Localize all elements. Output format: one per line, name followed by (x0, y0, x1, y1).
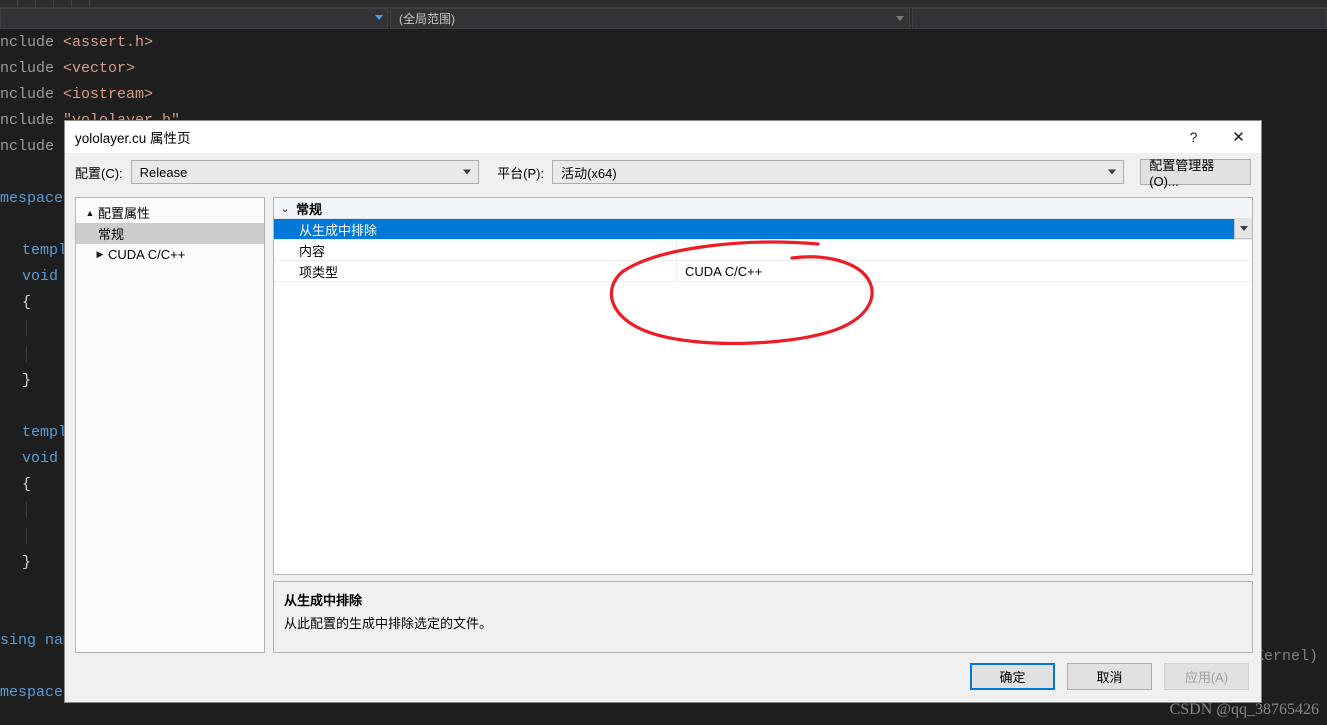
code-token: nclude (0, 60, 64, 77)
code-token: nclude (0, 34, 64, 51)
configuration-value: Release (139, 164, 188, 180)
code-token: <iostream> (63, 86, 154, 103)
property-group-header-general[interactable]: ⌄ 常规 (274, 198, 1252, 219)
tree-node-configuration-properties[interactable]: ▲ 配置属性 (76, 202, 264, 223)
toolbar-button-strip (0, 0, 1327, 8)
code-token: sing nam (0, 632, 73, 649)
screen: (全局范围) nclude <assert.h> nclude <vector> n… (0, 0, 1327, 725)
code-token: nclude (0, 138, 64, 155)
symbol-scope-dropdown[interactable] (912, 8, 1327, 29)
code-token: <assert.h> (63, 34, 154, 51)
code-token: templ (22, 242, 68, 259)
project-scope-dropdown[interactable] (0, 8, 388, 29)
tree-node-label: CUDA C/C++ (108, 247, 186, 262)
code-token: mespace (0, 684, 64, 701)
dialog-title: yololayer.cu 属性页 (75, 131, 191, 146)
csdn-watermark: CSDN @qq_38765426 (1169, 701, 1319, 718)
member-scope-label: (全局范围) (399, 12, 455, 26)
apply-button: 应用(A) (1164, 663, 1249, 690)
code-token: { (22, 476, 32, 493)
chevron-down-icon (1108, 169, 1117, 175)
property-tree[interactable]: ▲ 配置属性 常规 ▶ CUDA C/C++ (75, 197, 265, 653)
code-token: } (22, 372, 32, 389)
description-title: 从生成中排除 (284, 593, 363, 608)
code-line: nclude <assert.h> (0, 30, 1327, 56)
configuration-label: 配置(C): (75, 165, 123, 181)
ok-button[interactable]: 确定 (970, 663, 1055, 690)
dialog-titlebar[interactable]: yololayer.cu 属性页 ? ✕ (65, 121, 1261, 153)
expander-expanded-icon[interactable]: ▲ (82, 208, 98, 218)
toolbar-chip[interactable] (54, 0, 72, 8)
code-token: templ (22, 424, 68, 441)
toolbar-chip[interactable] (36, 0, 54, 8)
code-fragment-right: Kernel) (1255, 648, 1319, 665)
property-group-label: 常规 (296, 201, 323, 217)
toolbar-chip[interactable] (18, 0, 36, 8)
member-scope-dropdown[interactable]: (全局范围) (390, 8, 910, 29)
property-value[interactable]: CUDA C/C++ (677, 261, 1252, 281)
chevron-down-icon (463, 169, 472, 175)
close-icon[interactable]: ✕ (1216, 121, 1261, 153)
property-grid-pane: ⌄ 常规 从生成中排除 内容 项类型 CUDA C/C++ 从生成中排除 从此配… (273, 197, 1253, 653)
help-icon[interactable]: ? (1171, 121, 1216, 153)
chevron-down-icon (375, 15, 383, 20)
code-token: mespace (0, 190, 64, 207)
code-token: <vector> (63, 60, 136, 77)
code-line: nclude <vector> (0, 56, 1327, 82)
property-row-exclude-from-build[interactable]: 从生成中排除 (274, 219, 1252, 240)
code-token: void (22, 450, 59, 467)
code-token: nclude (0, 86, 64, 103)
description-text: 从此配置的生成中排除选定的文件。 (284, 616, 493, 631)
property-grid[interactable]: ⌄ 常规 从生成中排除 内容 项类型 CUDA C/C++ (273, 197, 1253, 575)
ide-toolbar (0, 0, 1327, 8)
expander-collapsed-icon[interactable]: ▶ (92, 249, 108, 260)
chevron-down-icon (896, 16, 904, 21)
platform-value: 活动(x64) (561, 165, 617, 181)
tree-node-label: 常规 (98, 227, 125, 242)
toolbar-chip[interactable] (72, 0, 90, 8)
tree-node-general[interactable]: 常规 (76, 223, 264, 244)
dialog-footer: 确定 取消 应用(A) (970, 663, 1249, 690)
code-line: nclude <iostream> (0, 82, 1327, 108)
chevron-down-icon (1239, 226, 1248, 231)
code-token: nclude (0, 112, 64, 129)
property-name: 项类型 (274, 261, 677, 281)
property-name: 从生成中排除 (299, 222, 378, 238)
property-value[interactable] (677, 240, 1252, 260)
tree-node-label: 配置属性 (98, 206, 151, 221)
dialog-body: ▲ 配置属性 常规 ▶ CUDA C/C++ ⌄ 常规 从生成中排除 内容 项类… (75, 197, 1253, 653)
chevron-down-icon[interactable]: ⌄ (274, 202, 296, 215)
code-token: void (22, 268, 59, 285)
property-row-content[interactable]: 内容 (274, 240, 1252, 261)
property-description-panel: 从生成中排除 从此配置的生成中排除选定的文件。 (273, 581, 1253, 653)
property-name: 内容 (274, 240, 677, 260)
editor-navigation-bar: (全局范围) (0, 8, 1327, 29)
configuration-row: 配置(C): Release 平台(P): 活动(x64) 配置管理器(O)..… (65, 153, 1261, 191)
property-pages-dialog: yololayer.cu 属性页 ? ✕ 配置(C): Release 平台(P… (64, 120, 1262, 703)
code-token: } (22, 554, 32, 571)
configuration-dropdown[interactable]: Release (130, 160, 480, 184)
toolbar-chip[interactable] (0, 0, 18, 8)
configuration-manager-button[interactable]: 配置管理器(O)... (1140, 158, 1251, 189)
tree-node-cuda-cpp[interactable]: ▶ CUDA C/C++ (76, 244, 264, 265)
property-row-item-type[interactable]: 项类型 CUDA C/C++ (274, 261, 1252, 282)
platform-label: 平台(P): (497, 165, 545, 181)
platform-dropdown[interactable]: 活动(x64) (552, 160, 1125, 184)
cancel-button[interactable]: 取消 (1067, 663, 1152, 690)
property-value-dropdown-button[interactable] (1234, 219, 1252, 239)
titlebar-buttons: ? ✕ (1171, 121, 1261, 153)
code-token: { (22, 294, 32, 311)
property-value[interactable] (677, 219, 1252, 239)
